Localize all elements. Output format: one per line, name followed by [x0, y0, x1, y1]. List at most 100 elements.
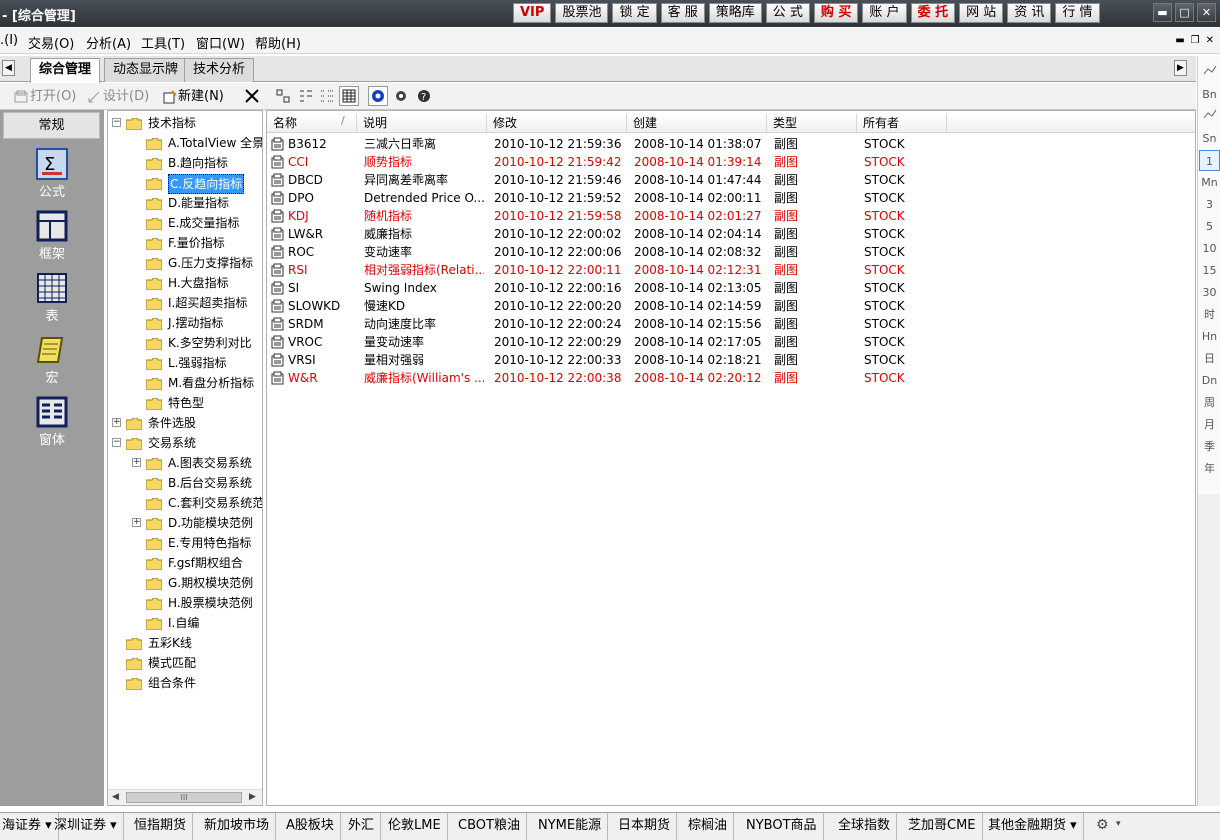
table-row[interactable]: LW&R 威廉指标 2010-10-12 22:00:02 2008-10-14 02…: [267, 225, 1195, 243]
column-header-4[interactable]: 类型: [767, 114, 857, 133]
table-row[interactable]: SRDM 动向速度比率 2010-10-12 22:00:24 2008-10-14 …: [267, 315, 1195, 333]
tree-node[interactable]: I.自编: [108, 614, 262, 632]
market-tab-12[interactable]: 全球指数: [832, 813, 898, 840]
period-button-10[interactable]: 30: [1198, 282, 1220, 303]
table-row[interactable]: ROC 变动速率 2010-10-12 22:00:06 2008-10-14 02:…: [267, 243, 1195, 261]
market-tab-3[interactable]: 新加坡市场: [198, 813, 277, 840]
minimize-button[interactable]: ▬: [1153, 3, 1172, 22]
tree-node[interactable]: K.多空势利对比: [108, 334, 262, 352]
category-table[interactable]: 表: [0, 266, 104, 326]
small-icons-view-icon[interactable]: [298, 88, 314, 107]
table-row[interactable]: VRSI 量相对强弱 2010-10-12 22:00:33 2008-10-14 0…: [267, 351, 1195, 369]
table-row[interactable]: VROC 量变动速率 2010-10-12 22:00:29 2008-10-14 0…: [267, 333, 1195, 351]
list-view-icon[interactable]: [319, 88, 335, 107]
menu-item-1[interactable]: 交易(O): [28, 33, 74, 52]
gear-settings-icon[interactable]: ⚙: [1096, 817, 1109, 833]
tree-node[interactable]: I.超买超卖指标: [108, 294, 262, 312]
period-button-15[interactable]: 周: [1198, 392, 1220, 413]
period-button-8[interactable]: 10: [1198, 238, 1220, 259]
table-row[interactable]: DPO Detrended Price O... 2010-10-12 21:59:…: [267, 189, 1195, 207]
tree-node[interactable]: C.反趋向指标: [108, 174, 262, 194]
toolbar-button-7[interactable]: 账 户: [862, 3, 907, 23]
table-row[interactable]: B3612 三减六日乖离 2010-10-12 21:59:36 2008-10-14…: [267, 135, 1195, 153]
column-header-1[interactable]: 说明: [357, 114, 487, 133]
tree-node[interactable]: + D.功能模块范例: [108, 514, 262, 532]
chart-period-icon[interactable]: [1198, 106, 1220, 127]
tree-node[interactable]: D.能量指标: [108, 194, 262, 212]
tree-node[interactable]: + A.图表交易系统: [108, 454, 262, 472]
tree-node[interactable]: B.后台交易系统: [108, 474, 262, 492]
tree-node[interactable]: C.套利交易系统范: [108, 494, 262, 512]
period-button-7[interactable]: 5: [1198, 216, 1220, 237]
menu-item-4[interactable]: 窗口(W): [196, 33, 245, 52]
tree-node[interactable]: E.成交量指标: [108, 214, 262, 232]
tree-node[interactable]: J.摆动指标: [108, 314, 262, 332]
tab-2[interactable]: 技术分析: [184, 58, 255, 82]
table-row[interactable]: KDJ 随机指标 2010-10-12 21:59:58 2008-10-14 02:…: [267, 207, 1195, 225]
table-row[interactable]: SI Swing Index 2010-10-12 22:00:16 2008-10-…: [267, 279, 1195, 297]
market-tab-8[interactable]: NYME能源: [532, 813, 609, 840]
tab-scroll-left-icon[interactable]: ◀: [2, 60, 15, 76]
market-tab-13[interactable]: 芝加哥CME: [902, 813, 983, 840]
market-tab-6[interactable]: 伦敦LME: [382, 813, 448, 840]
toolbar-button-9[interactable]: 网 站: [959, 3, 1004, 23]
toolbar-button-4[interactable]: 策略库: [708, 3, 762, 23]
tree-node[interactable]: L.强弱指标: [108, 354, 262, 372]
period-button-17[interactable]: 季: [1198, 436, 1220, 457]
menu-item-0[interactable]: .(I): [0, 33, 18, 48]
table-row[interactable]: CCI 顺势指标 2010-10-12 21:59:42 2008-10-14 01:…: [267, 153, 1195, 171]
market-tab-1[interactable]: 深圳证券 ▾: [48, 813, 124, 840]
period-button-5[interactable]: Mn: [1198, 172, 1220, 193]
tree-expander-icon[interactable]: −: [112, 118, 121, 127]
design-button[interactable]: 设计(D): [87, 87, 149, 106]
period-button-16[interactable]: 月: [1198, 414, 1220, 435]
category-frame[interactable]: 框架: [0, 204, 104, 264]
category-form[interactable]: 窗体: [0, 390, 104, 450]
market-tab-7[interactable]: CBOT粮油: [452, 813, 527, 840]
tree-node[interactable]: G.期权模块范例: [108, 574, 262, 592]
period-button-14[interactable]: Dn: [1198, 370, 1220, 391]
help-icon[interactable]: ?: [416, 88, 432, 107]
market-tab-4[interactable]: A股板块: [280, 813, 341, 840]
menu-item-2[interactable]: 分析(A): [86, 33, 131, 52]
tree-node[interactable]: B.趋向指标: [108, 154, 262, 172]
period-button-18[interactable]: 年: [1198, 458, 1220, 479]
cog-icon[interactable]: [393, 88, 409, 107]
details-view-button[interactable]: [339, 86, 359, 106]
period-button-11[interactable]: 时: [1198, 304, 1220, 325]
new-button[interactable]: 新建(N): [162, 87, 224, 106]
toolbar-button-5[interactable]: 公 式: [765, 3, 810, 23]
mdi-close-icon[interactable]: ✕: [1206, 36, 1214, 46]
column-header-2[interactable]: 修改: [487, 114, 627, 133]
tree-node[interactable]: H.大盘指标: [108, 274, 262, 292]
scrollbar-thumb[interactable]: III: [126, 792, 242, 803]
table-row[interactable]: DBCD 异同离差乖离率 2010-10-12 21:59:46 2008-10-14…: [267, 171, 1195, 189]
tree-node[interactable]: + 条件选股: [108, 414, 262, 432]
market-tab-10[interactable]: 棕榈油: [682, 813, 735, 840]
tree-node[interactable]: A.TotalView 全景: [108, 134, 262, 152]
tree-node[interactable]: − 交易系统: [108, 434, 262, 452]
settings-button[interactable]: [368, 86, 388, 106]
toolbar-button-1[interactable]: 股票池: [555, 3, 609, 23]
category-formula[interactable]: Σ 公式: [0, 142, 104, 202]
tree-expander-icon[interactable]: −: [112, 438, 121, 447]
tree-node[interactable]: 五彩K线: [108, 634, 262, 652]
tree-expander-icon[interactable]: +: [112, 418, 121, 427]
large-icons-view-icon[interactable]: [275, 88, 291, 107]
tree-node[interactable]: H.股票模块范例: [108, 594, 262, 612]
tree-node[interactable]: F.量价指标: [108, 234, 262, 252]
toolbar-button-6[interactable]: 购 买: [813, 3, 859, 23]
toolbar-button-3[interactable]: 客 服: [660, 3, 705, 23]
toolbar-button-11[interactable]: 行 情: [1055, 3, 1100, 23]
menu-item-5[interactable]: 帮助(H): [255, 33, 301, 52]
market-tab-11[interactable]: NYBOT商品: [740, 813, 824, 840]
period-button-6[interactable]: 3: [1198, 194, 1220, 215]
toolbar-button-10[interactable]: 资 讯: [1007, 3, 1052, 23]
toolbar-button-2[interactable]: 锁 定: [612, 3, 657, 23]
category-macro[interactable]: 宏: [0, 328, 104, 388]
toolbar-button-0[interactable]: VIP: [513, 3, 552, 23]
tree-node[interactable]: 特色型: [108, 394, 262, 412]
tree-node[interactable]: 组合条件: [108, 674, 262, 692]
market-tab-14[interactable]: 其他金融期货 ▾: [982, 813, 1084, 840]
mdi-restore-icon[interactable]: ❐: [1191, 36, 1200, 46]
